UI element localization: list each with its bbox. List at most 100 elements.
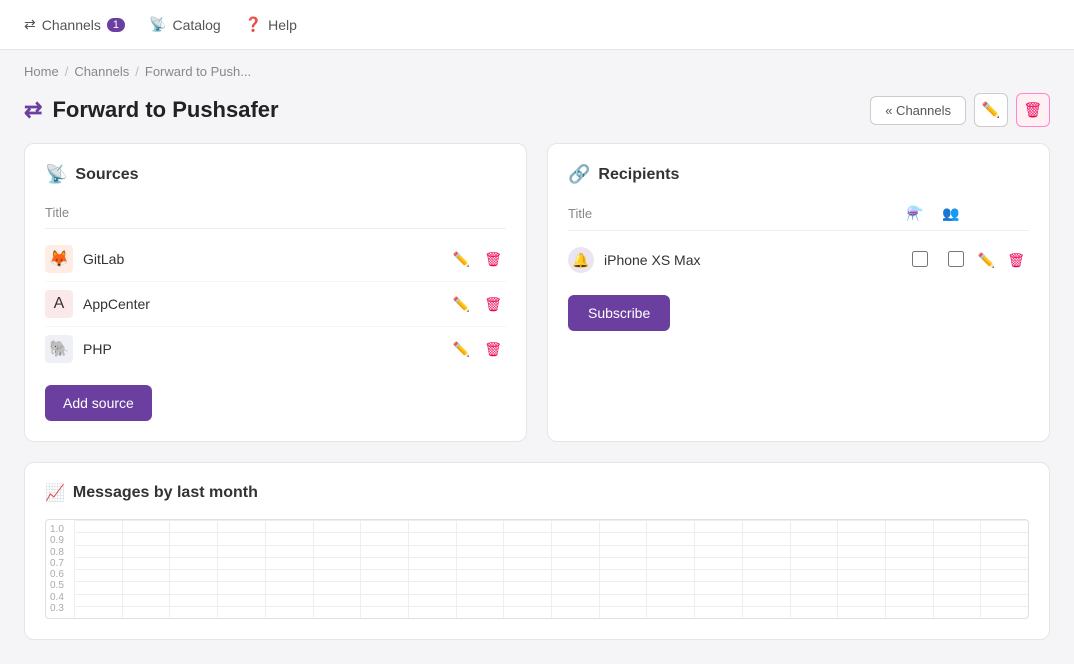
recipients-icon: 🔗 bbox=[568, 164, 590, 185]
chart-grid-line bbox=[74, 618, 1028, 619]
source-edit-button-2[interactable]: ✏️ bbox=[449, 339, 474, 360]
chart-y-label: 0.7 bbox=[50, 558, 70, 569]
source-edit-button-1[interactable]: ✏️ bbox=[449, 294, 474, 315]
source-icon-2: 🐘 bbox=[45, 335, 73, 363]
recipients-card-header: 🔗 Recipients bbox=[568, 164, 1029, 185]
cards-row: 📡 Sources Title 🦊 GitLab ✏️ 🗑 A AppCente… bbox=[24, 143, 1050, 442]
source-name-0: GitLab bbox=[83, 251, 449, 267]
chart-y-label: 0.4 bbox=[50, 592, 70, 603]
chart-grid-vline bbox=[122, 520, 123, 618]
recip-checkbox-filter-0[interactable] bbox=[902, 251, 938, 270]
chart-grid-vline bbox=[503, 520, 504, 618]
chart-heading: Messages by last month bbox=[73, 484, 258, 502]
nav-catalog[interactable]: 📡 Catalog bbox=[149, 16, 221, 33]
channels-icon: ⇄ bbox=[24, 16, 36, 33]
delete-channel-button[interactable]: 🗑 bbox=[1016, 93, 1050, 127]
chart-y-label: 0.3 bbox=[50, 603, 70, 614]
chart-grid-vline bbox=[742, 520, 743, 618]
recipients-heading: Recipients bbox=[598, 166, 679, 184]
chart-grid-vline bbox=[456, 520, 457, 618]
source-delete-button-2[interactable]: 🗑 bbox=[480, 339, 506, 360]
source-icon-1: A bbox=[45, 290, 73, 318]
chart-grid-vline bbox=[74, 520, 75, 618]
chart-grid bbox=[74, 520, 1028, 618]
page-title-icon: ⇄ bbox=[24, 97, 42, 123]
nav-channels-label: Channels bbox=[42, 17, 101, 33]
content-area: 📡 Sources Title 🦊 GitLab ✏️ 🗑 A AppCente… bbox=[0, 143, 1074, 664]
recip-group-check-0[interactable] bbox=[948, 251, 964, 267]
recip-delete-button-0[interactable]: 🗑 bbox=[1003, 250, 1029, 271]
chart-y-label: 0.5 bbox=[50, 580, 70, 591]
source-row: A AppCenter ✏️ 🗑 bbox=[45, 282, 506, 327]
breadcrumb-sep-1: / bbox=[65, 64, 69, 79]
source-icon-0: 🦊 bbox=[45, 245, 73, 273]
chart-grid-vline bbox=[169, 520, 170, 618]
chart-y-label: 1.0 bbox=[50, 524, 70, 535]
chart-grid-vline bbox=[694, 520, 695, 618]
source-row-actions-2: ✏️ 🗑 bbox=[449, 339, 506, 360]
recip-filter-check-0[interactable] bbox=[912, 251, 928, 267]
chart-grid-vline bbox=[933, 520, 934, 618]
recip-checkbox-group-0[interactable] bbox=[938, 251, 974, 270]
sources-list: 🦊 GitLab ✏️ 🗑 A AppCenter ✏️ 🗑 🐘 PHP ✏️ … bbox=[45, 237, 506, 371]
recipients-table-header: Title ⚗️ 👥 bbox=[568, 201, 1029, 231]
chart-grid-vline bbox=[980, 520, 981, 618]
add-source-button[interactable]: Add source bbox=[45, 385, 152, 421]
edit-channel-button[interactable]: ✏️ bbox=[974, 93, 1008, 127]
chart-y-label: 0.9 bbox=[50, 535, 70, 546]
source-delete-button-1[interactable]: 🗑 bbox=[480, 294, 506, 315]
chart-grid-vline bbox=[599, 520, 600, 618]
chart-y-labels: 1.00.90.80.70.60.50.40.3 bbox=[46, 520, 74, 618]
breadcrumb-home[interactable]: Home bbox=[24, 64, 59, 79]
page-title-text: Forward to Pushsafer bbox=[52, 97, 278, 123]
sources-card: 📡 Sources Title 🦊 GitLab ✏️ 🗑 A AppCente… bbox=[24, 143, 527, 442]
chart-grid-vline bbox=[313, 520, 314, 618]
nav-channels[interactable]: ⇄ Channels 1 bbox=[24, 16, 125, 33]
chart-grid-vline bbox=[217, 520, 218, 618]
page-header: ⇄ Forward to Pushsafer « Channels ✏️ 🗑 bbox=[0, 89, 1074, 143]
chart-y-label: 0.6 bbox=[50, 569, 70, 580]
chart-grid-vline bbox=[408, 520, 409, 618]
navigation: ⇄ Channels 1 📡 Catalog ❓ Help bbox=[0, 0, 1074, 50]
sources-icon: 📡 bbox=[45, 164, 67, 185]
recip-name-0: iPhone XS Max bbox=[604, 252, 902, 268]
source-name-1: AppCenter bbox=[83, 296, 449, 312]
source-row-actions-1: ✏️ 🗑 bbox=[449, 294, 506, 315]
chart-grid-vline bbox=[837, 520, 838, 618]
chart-y-label: 0.8 bbox=[50, 547, 70, 558]
chart-grid-vline bbox=[551, 520, 552, 618]
breadcrumb-current: Forward to Push... bbox=[145, 64, 251, 79]
source-row-actions-0: ✏️ 🗑 bbox=[449, 249, 506, 270]
nav-help-label: Help bbox=[268, 17, 297, 33]
subscribe-button[interactable]: Subscribe bbox=[568, 295, 670, 331]
recip-col-title: Title bbox=[568, 206, 897, 221]
recipients-card: 🔗 Recipients Title ⚗️ 👥 🔔 iPhone XS Max … bbox=[547, 143, 1050, 442]
nav-help[interactable]: ❓ Help bbox=[245, 16, 297, 33]
recipients-list: 🔔 iPhone XS Max ✏️ 🗑 bbox=[568, 239, 1029, 281]
recipient-row: 🔔 iPhone XS Max ✏️ 🗑 bbox=[568, 239, 1029, 281]
source-delete-button-0[interactable]: 🗑 bbox=[480, 249, 506, 270]
breadcrumb-sep-2: / bbox=[135, 64, 139, 79]
source-row: 🐘 PHP ✏️ 🗑 bbox=[45, 327, 506, 371]
recip-group-icon: 👥 bbox=[933, 205, 969, 222]
source-edit-button-0[interactable]: ✏️ bbox=[449, 249, 474, 270]
source-name-2: PHP bbox=[83, 341, 449, 357]
chart-area: 1.00.90.80.70.60.50.40.3 bbox=[45, 519, 1029, 619]
sources-heading: Sources bbox=[75, 166, 138, 184]
back-channels-button[interactable]: « Channels bbox=[870, 96, 966, 125]
chart-grid-vline bbox=[885, 520, 886, 618]
chart-header: 📈 Messages by last month bbox=[45, 483, 1029, 503]
recip-filter-icon: ⚗️ bbox=[897, 205, 933, 222]
header-actions: « Channels ✏️ 🗑 bbox=[870, 93, 1050, 127]
help-icon: ❓ bbox=[245, 16, 262, 33]
catalog-icon: 📡 bbox=[149, 16, 166, 33]
source-row: 🦊 GitLab ✏️ 🗑 bbox=[45, 237, 506, 282]
sources-card-header: 📡 Sources bbox=[45, 164, 506, 185]
chart-card: 📈 Messages by last month 1.00.90.80.70.6… bbox=[24, 462, 1050, 640]
recip-edit-button-0[interactable]: ✏️ bbox=[974, 250, 999, 271]
breadcrumb-channels[interactable]: Channels bbox=[74, 64, 129, 79]
chart-grid-vline bbox=[1028, 520, 1029, 618]
chart-grid-vline bbox=[360, 520, 361, 618]
sources-table-header: Title bbox=[45, 201, 506, 229]
chart-grid-vline bbox=[646, 520, 647, 618]
